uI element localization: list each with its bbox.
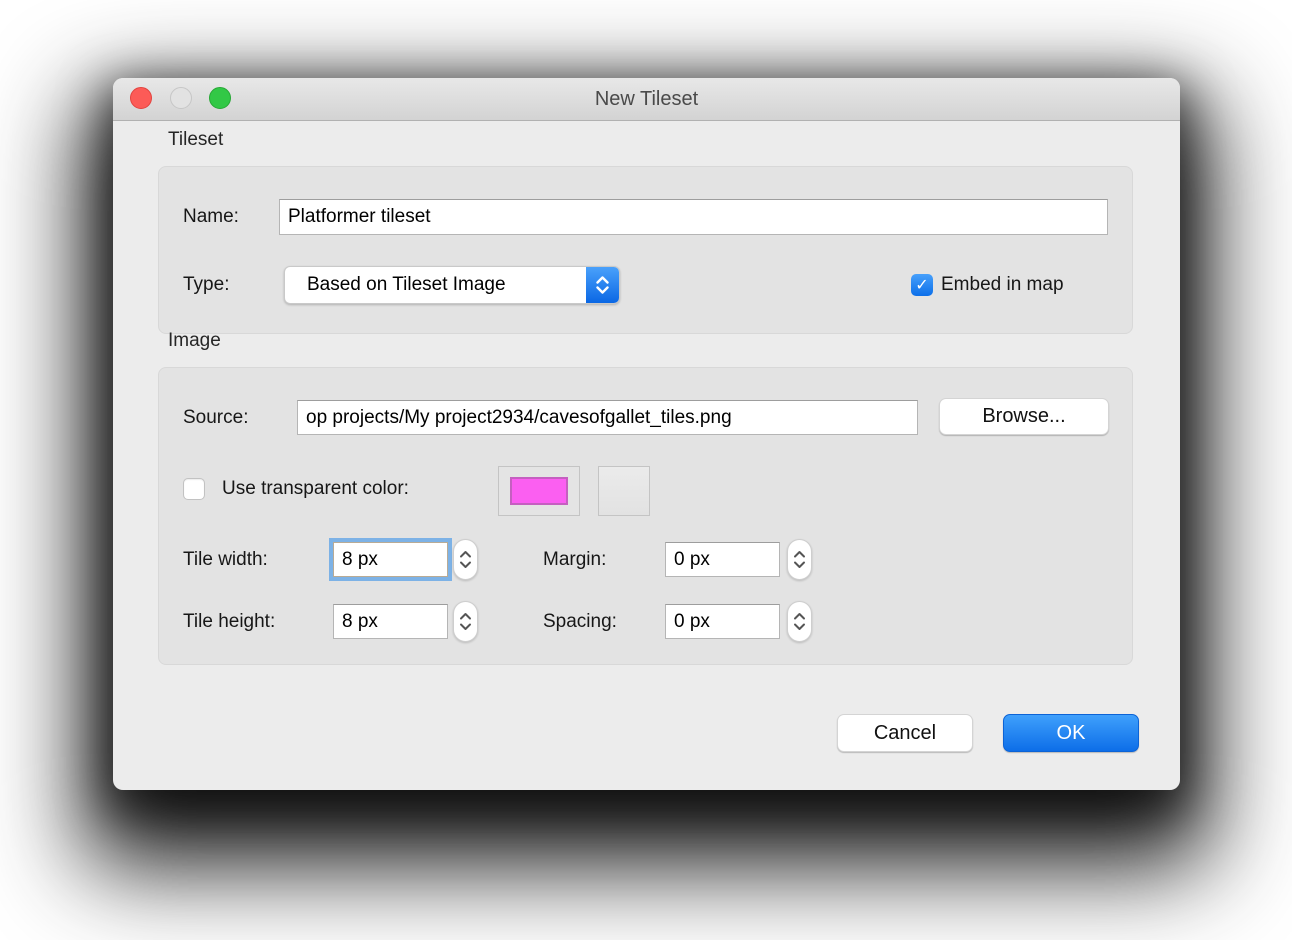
tileset-section-label: Tileset bbox=[168, 129, 223, 151]
stepper-down-icon bbox=[793, 623, 806, 631]
tile-height-input[interactable] bbox=[333, 604, 448, 639]
name-label: Name: bbox=[183, 205, 239, 229]
image-section-label: Image bbox=[168, 330, 221, 352]
margin-stepper[interactable] bbox=[787, 539, 812, 580]
use-transparent-color-label[interactable]: Use transparent color: bbox=[222, 477, 409, 501]
use-transparent-color-checkbox[interactable] bbox=[183, 478, 205, 500]
type-dropdown[interactable]: Based on Tileset Image bbox=[284, 266, 620, 304]
stepper-down-icon bbox=[459, 561, 472, 569]
name-input[interactable] bbox=[279, 199, 1108, 235]
chevron-up-icon bbox=[596, 276, 609, 284]
color-picker-button[interactable] bbox=[598, 466, 650, 516]
ok-button[interactable]: OK bbox=[1003, 714, 1139, 752]
embed-in-map-checkbox[interactable]: ✓ bbox=[911, 274, 933, 296]
spacing-stepper[interactable] bbox=[787, 601, 812, 642]
browse-button[interactable]: Browse... bbox=[939, 398, 1109, 435]
chevron-down-icon bbox=[596, 286, 609, 294]
tile-width-stepper[interactable] bbox=[453, 539, 478, 580]
check-icon: ✓ bbox=[915, 275, 928, 295]
titlebar[interactable]: New Tileset bbox=[113, 78, 1180, 121]
stepper-up-icon bbox=[459, 612, 472, 620]
zoom-window-icon[interactable] bbox=[209, 87, 231, 109]
stepper-down-icon bbox=[459, 623, 472, 631]
embed-in-map-label[interactable]: Embed in map bbox=[941, 273, 1064, 297]
spacing-input[interactable] bbox=[665, 604, 780, 639]
stepper-up-icon bbox=[459, 550, 472, 558]
cancel-button[interactable]: Cancel bbox=[837, 714, 973, 752]
window-title: New Tileset bbox=[113, 78, 1180, 120]
new-tileset-dialog: New Tileset Tileset Name: Type: Based on… bbox=[113, 78, 1180, 790]
tileset-groupbox bbox=[158, 166, 1133, 334]
screenshot-stage: New Tileset Tileset Name: Type: Based on… bbox=[0, 0, 1292, 940]
margin-input[interactable] bbox=[665, 542, 780, 577]
tile-height-label: Tile height: bbox=[183, 610, 275, 634]
dropdown-arrows bbox=[586, 267, 619, 303]
source-label: Source: bbox=[183, 406, 248, 430]
stepper-up-icon bbox=[793, 612, 806, 620]
color-swatch bbox=[510, 477, 568, 505]
tile-width-input[interactable] bbox=[333, 542, 448, 577]
stepper-up-icon bbox=[793, 550, 806, 558]
transparent-color-swatch-button[interactable] bbox=[498, 466, 580, 516]
type-dropdown-value: Based on Tileset Image bbox=[285, 274, 586, 296]
tile-width-label: Tile width: bbox=[183, 548, 268, 572]
type-label: Type: bbox=[183, 273, 229, 297]
tile-height-stepper[interactable] bbox=[453, 601, 478, 642]
stepper-down-icon bbox=[793, 561, 806, 569]
margin-label: Margin: bbox=[543, 548, 606, 572]
spacing-label: Spacing: bbox=[543, 610, 617, 634]
minimize-window-icon bbox=[170, 87, 192, 109]
source-input[interactable] bbox=[297, 400, 918, 435]
close-window-icon[interactable] bbox=[130, 87, 152, 109]
